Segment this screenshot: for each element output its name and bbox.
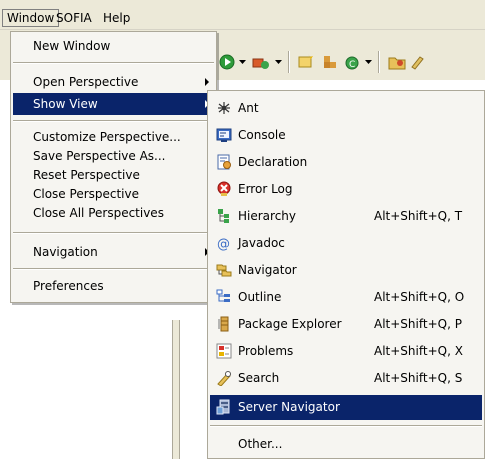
navigator-icon xyxy=(216,264,232,277)
hierarchy-icon xyxy=(218,209,229,223)
menu-item-new-window[interactable]: New Window xyxy=(13,35,214,57)
menu-item-label: Customize Perspective... xyxy=(33,130,181,144)
shortcut-label: Alt+Shift+Q, P xyxy=(374,317,462,331)
server-navigator-icon xyxy=(216,399,230,415)
view-item-hierarchy[interactable]: Hierarchy Alt+Shift+Q, T xyxy=(210,205,482,227)
menu-item-label: Show View xyxy=(33,97,98,111)
view-item-label: Javadoc xyxy=(238,236,285,250)
menu-item-label: Close Perspective xyxy=(33,187,140,201)
search-icon xyxy=(217,371,231,386)
new-java-class-icon[interactable]: C xyxy=(344,53,362,71)
shortcut-label: Alt+Shift+Q, O xyxy=(374,290,465,304)
menu-item-label: Reset Perspective xyxy=(33,168,140,182)
menu-item-navigation[interactable]: Navigation xyxy=(13,241,214,263)
window-menu: New Window Open Perspective Show View Cu… xyxy=(10,31,217,303)
new-package-icon[interactable] xyxy=(297,53,315,71)
view-item-label: Hierarchy xyxy=(238,209,297,223)
editor-border xyxy=(172,320,180,459)
menu-separator xyxy=(13,232,214,234)
view-item-ant[interactable]: Ant xyxy=(210,97,482,119)
view-item-label: Server Navigator xyxy=(238,400,340,414)
view-item-label: Declaration xyxy=(238,155,308,169)
view-item-other[interactable]: Other... xyxy=(210,433,482,455)
view-item-problems[interactable]: Problems Alt+Shift+Q, X xyxy=(210,340,482,362)
external-tools-dropdown-icon[interactable] xyxy=(275,60,282,65)
menu-separator xyxy=(13,62,214,64)
menu-item-label: New Window xyxy=(33,39,111,53)
view-item-server-navigator[interactable]: Server Navigator xyxy=(210,395,482,420)
toolbar-separator xyxy=(288,51,290,73)
view-item-label: Ant xyxy=(238,101,259,115)
view-item-javadoc[interactable]: @ Javadoc xyxy=(210,232,482,254)
view-item-label: Search xyxy=(238,371,280,385)
view-item-label: Error Log xyxy=(238,182,293,196)
view-item-navigator[interactable]: Navigator xyxy=(210,259,482,281)
view-item-console[interactable]: Console xyxy=(210,124,482,146)
menu-item-label: Preferences xyxy=(33,279,104,293)
run-dropdown-icon[interactable] xyxy=(239,60,246,65)
menu-item-show-view[interactable]: Show View xyxy=(13,93,214,115)
run-icon[interactable] xyxy=(218,53,236,71)
menu-item-open-perspective[interactable]: Open Perspective xyxy=(13,71,214,93)
view-item-error-log[interactable]: Error Log xyxy=(210,178,482,200)
view-item-label: Problems xyxy=(238,344,294,358)
view-item-label: Console xyxy=(238,128,286,142)
menu-item-label: Open Perspective xyxy=(33,75,139,89)
menu-item-label: Navigation xyxy=(33,245,98,259)
open-type-icon[interactable] xyxy=(387,53,407,71)
declaration-icon xyxy=(217,154,231,170)
shortcut-label: Alt+Shift+Q, T xyxy=(374,209,463,223)
new-class-dropdown-icon[interactable] xyxy=(365,60,372,65)
ant-icon xyxy=(218,102,230,114)
menu-bar: Window SOFIA Help xyxy=(0,0,485,30)
menu-help[interactable]: Help xyxy=(99,9,134,27)
view-item-package-explorer[interactable]: Package Explorer Alt+Shift+Q, P xyxy=(210,313,482,335)
show-view-menu: Ant Console Declaration Error Log Hierar… xyxy=(207,90,485,459)
search-toolbar-icon[interactable] xyxy=(410,53,426,71)
toolbar-separator xyxy=(378,51,380,73)
menu-sofia[interactable]: SOFIA xyxy=(52,9,96,27)
menu-separator xyxy=(13,120,214,122)
view-item-label: Outline xyxy=(238,290,282,304)
menu-item-preferences[interactable]: Preferences xyxy=(13,275,214,297)
submenu-arrow-icon xyxy=(205,78,209,86)
shortcut-label: Alt+Shift+Q, S xyxy=(374,371,463,385)
menu-separator xyxy=(210,425,482,427)
svg-text:C: C xyxy=(349,60,355,70)
view-item-label: Package Explorer xyxy=(238,317,342,331)
svg-text:@: @ xyxy=(217,237,230,251)
problems-icon xyxy=(216,343,232,359)
view-item-outline[interactable]: Outline Alt+Shift+Q, O xyxy=(210,286,482,308)
menu-window[interactable]: Window xyxy=(2,9,60,27)
outline-icon xyxy=(216,289,230,302)
menu-item-close-all-perspectives[interactable]: Close All Perspectives xyxy=(13,202,214,224)
error-log-icon xyxy=(217,181,231,196)
menu-separator xyxy=(13,268,214,270)
view-item-label: Navigator xyxy=(238,263,297,277)
new-class-icon[interactable] xyxy=(321,53,339,71)
menu-item-label: Close All Perspectives xyxy=(33,206,164,220)
view-item-search[interactable]: Search Alt+Shift+Q, S xyxy=(210,367,482,389)
console-icon xyxy=(216,128,232,142)
shortcut-label: Alt+Shift+Q, X xyxy=(374,344,463,358)
view-item-label: Other... xyxy=(238,437,283,451)
view-item-declaration[interactable]: Declaration xyxy=(210,151,482,173)
menu-item-label: Save Perspective As... xyxy=(33,149,166,163)
package-explorer-icon xyxy=(218,316,229,332)
javadoc-icon: @ xyxy=(217,237,230,251)
external-tools-icon[interactable] xyxy=(251,53,271,71)
